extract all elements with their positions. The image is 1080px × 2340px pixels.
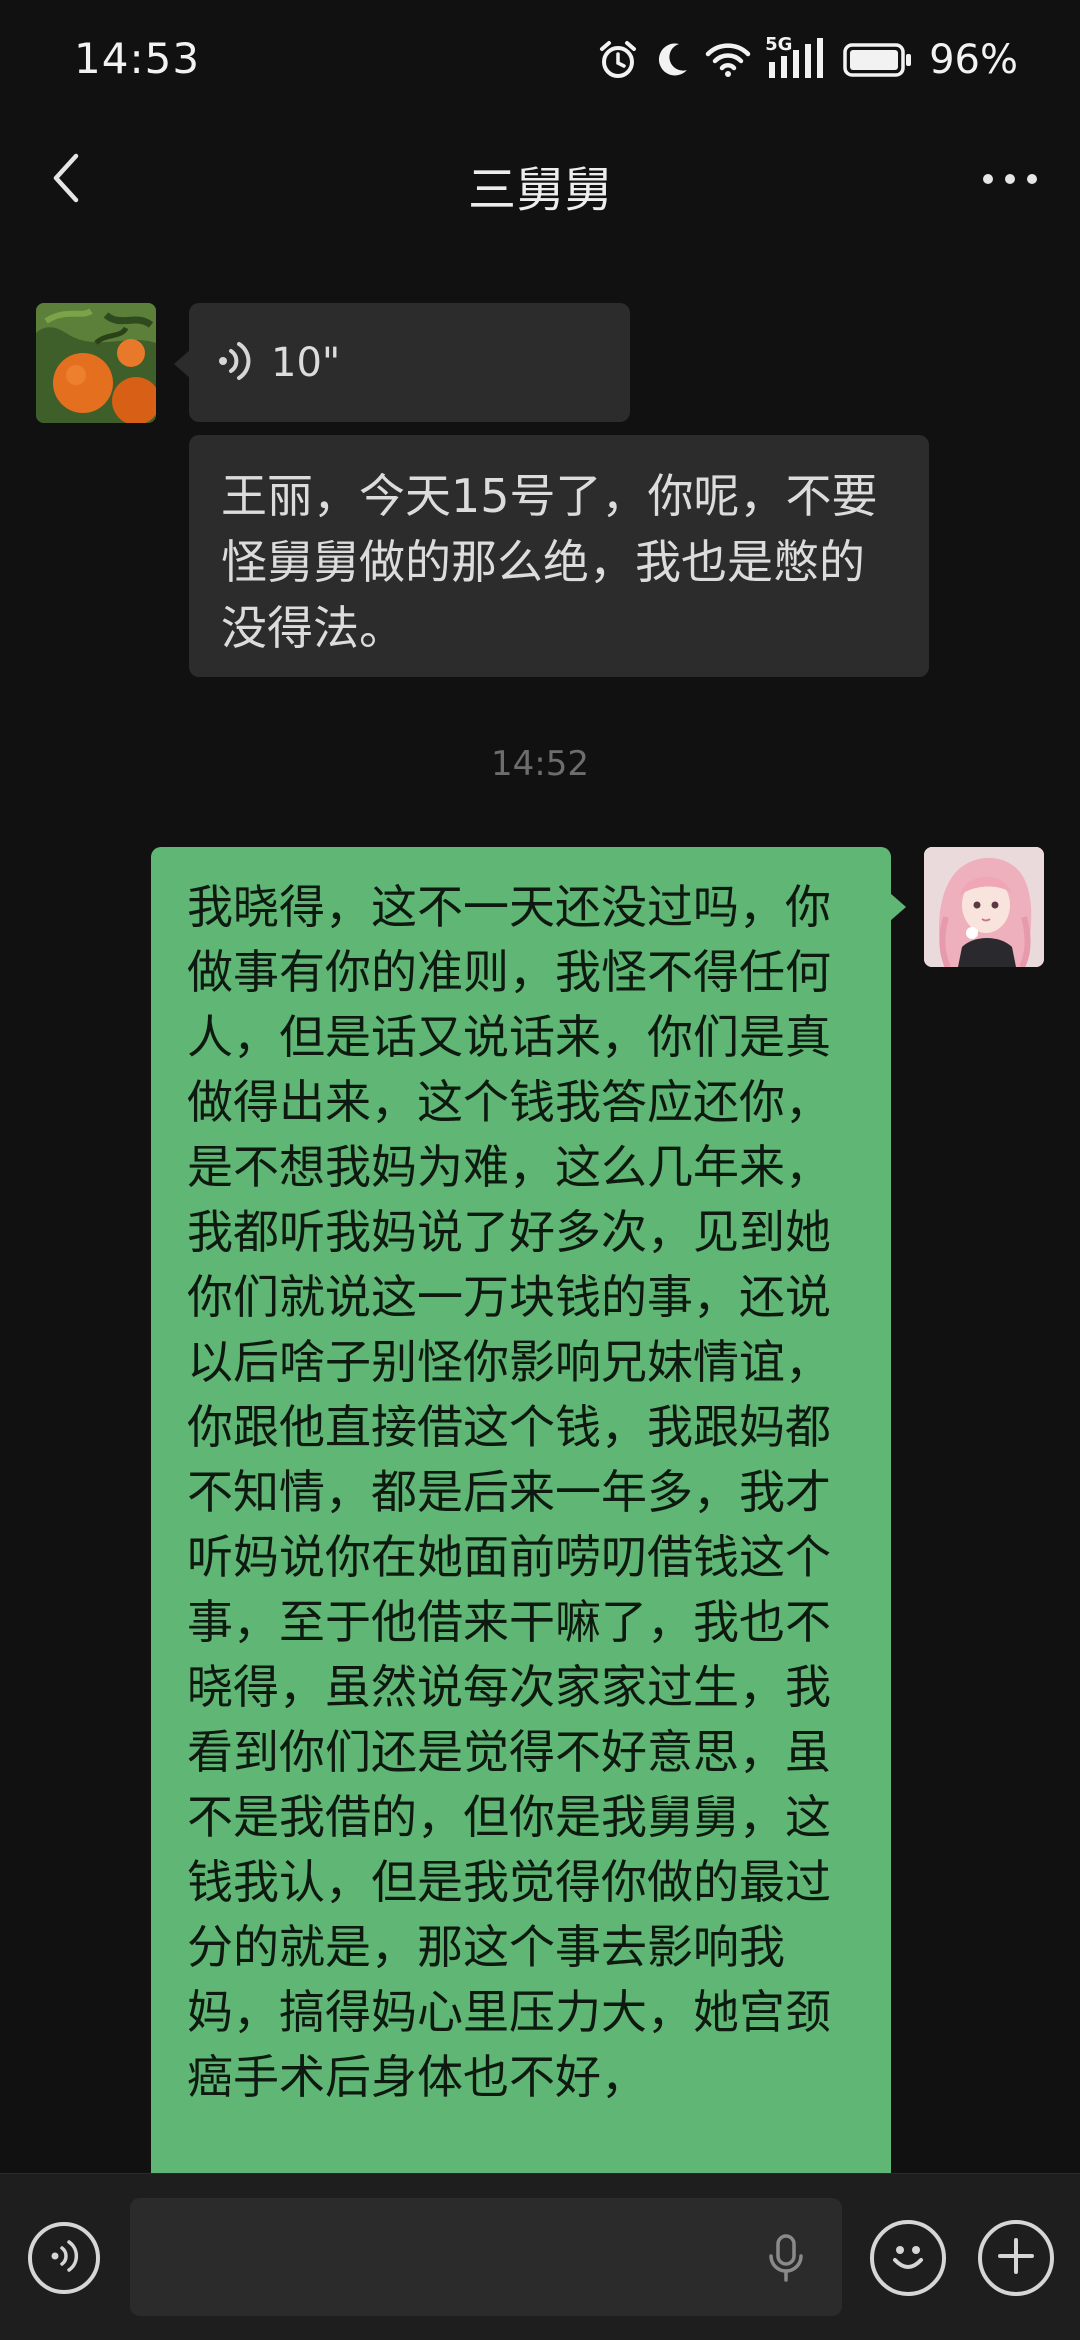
battery-percent: 96%	[929, 37, 1018, 83]
wifi-icon	[705, 42, 751, 78]
voice-wave-icon	[49, 2239, 79, 2277]
voice-message-bubble[interactable]: 10"	[189, 303, 630, 422]
message-timestamp: 14:52	[491, 744, 589, 784]
outgoing-text-bubble[interactable]: 我晓得，这不一天还没过吗，你做事有你的准则，我怪不得任何人，但是话又说话来，你们…	[151, 847, 891, 2177]
microphone-icon[interactable]	[766, 2234, 806, 2288]
bubble-tail	[890, 893, 906, 921]
status-bar: 14:53 5G 96%	[0, 0, 1080, 120]
chat-screen: 14:53 5G 96% 三舅舅 10" 王丽，今天15号了，你呢，不要怪舅舅做…	[0, 0, 1080, 2340]
chat-header: 三舅舅	[0, 120, 1080, 240]
voice-duration: 10"	[271, 339, 341, 386]
alarm-icon	[597, 39, 639, 81]
user-avatar[interactable]	[924, 847, 1044, 967]
smiley-icon	[886, 2234, 930, 2282]
contact-avatar[interactable]	[36, 303, 156, 423]
plus-icon	[996, 2236, 1036, 2280]
voice-input-toggle-button[interactable]	[28, 2222, 100, 2294]
battery-icon	[843, 42, 913, 78]
more-actions-button[interactable]	[978, 2220, 1054, 2296]
status-icons: 5G 96%	[597, 34, 1018, 86]
message-input[interactable]	[130, 2198, 842, 2316]
status-time: 14:53	[74, 34, 201, 83]
more-dots-icon	[980, 171, 1040, 190]
chat-title: 三舅舅	[467, 162, 612, 218]
incoming-text-bubble[interactable]: 王丽，今天15号了，你呢，不要怪舅舅做的那么绝，我也是憋的没得法。	[189, 435, 929, 677]
emoji-button[interactable]	[870, 2220, 946, 2296]
voice-wave-icon	[217, 341, 253, 385]
moon-icon	[653, 40, 691, 80]
input-bar	[0, 2173, 1080, 2340]
signal-icon: 5G	[765, 34, 829, 82]
bubble-tail	[174, 350, 190, 378]
more-options-button[interactable]	[970, 140, 1050, 220]
